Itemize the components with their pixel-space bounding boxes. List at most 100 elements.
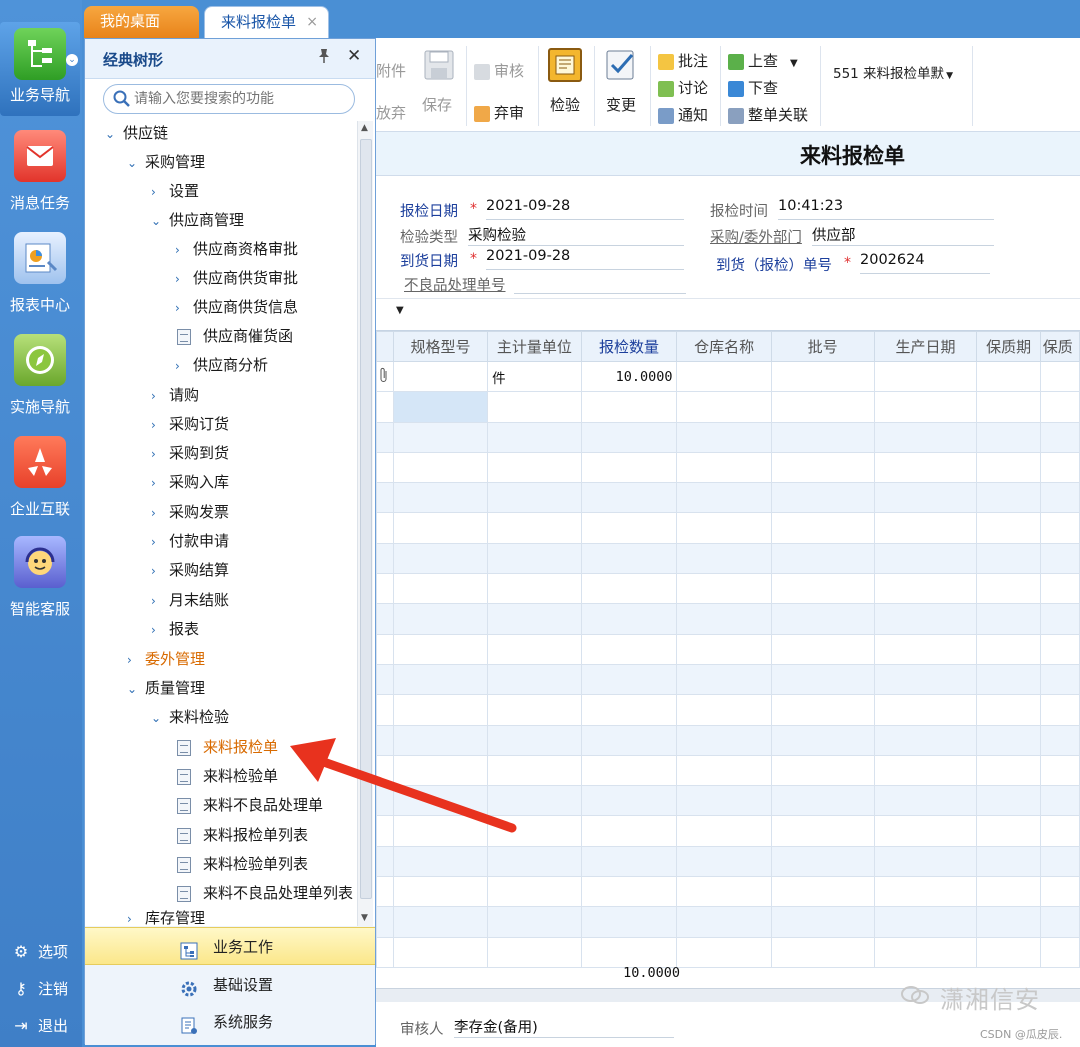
grid-cell[interactable] bbox=[580, 391, 678, 423]
grid-cell[interactable] bbox=[770, 603, 875, 635]
grid-cell[interactable] bbox=[676, 785, 772, 817]
grid-cell[interactable] bbox=[676, 845, 772, 878]
grid-cell[interactable] bbox=[392, 936, 489, 968]
grid-cell[interactable] bbox=[392, 845, 489, 878]
grid-cell[interactable] bbox=[676, 936, 772, 968]
grid-cell[interactable] bbox=[580, 694, 678, 726]
grid-cell[interactable] bbox=[376, 573, 394, 605]
table-row[interactable] bbox=[376, 694, 1080, 726]
column-header[interactable]: 仓库名称 bbox=[676, 331, 772, 362]
exit-button[interactable]: ⇥ 退出 bbox=[10, 1012, 68, 1040]
table-row[interactable] bbox=[376, 936, 1080, 968]
grid-cell[interactable] bbox=[392, 633, 489, 665]
inspect-time-field[interactable]: 10:41:23 bbox=[778, 198, 994, 220]
logout-button[interactable]: ⚷ 注销 bbox=[10, 975, 68, 1003]
grid-cell[interactable] bbox=[580, 482, 678, 514]
grid-cell[interactable] bbox=[1039, 633, 1080, 665]
grid-cell[interactable] bbox=[392, 906, 489, 938]
grid-cell[interactable] bbox=[976, 633, 1041, 665]
grid-cell[interactable] bbox=[676, 421, 772, 453]
close-icon[interactable]: ✕ bbox=[347, 46, 361, 66]
grid-cell[interactable] bbox=[392, 421, 489, 453]
grid-cell[interactable] bbox=[976, 451, 1041, 484]
grid-cell[interactable] bbox=[770, 391, 875, 423]
template-select[interactable]: 551 来料报检单默 ▼ bbox=[833, 62, 953, 82]
defect-no-label[interactable]: 不良品处理单号 bbox=[404, 274, 506, 295]
tree-node-reports[interactable]: › 报表 bbox=[151, 615, 199, 643]
grid-cell[interactable] bbox=[392, 724, 489, 756]
grid-cell[interactable] bbox=[487, 451, 582, 484]
attachment-icon[interactable] bbox=[376, 360, 394, 393]
grid-cell[interactable] bbox=[1039, 391, 1080, 423]
grid-cell[interactable] bbox=[376, 542, 394, 575]
function-search[interactable] bbox=[103, 84, 355, 114]
grid-cell[interactable] bbox=[376, 724, 394, 756]
grid-cell[interactable] bbox=[376, 663, 394, 696]
tree-node-quality-mgmt[interactable]: ⌄ 质量管理 bbox=[127, 674, 205, 702]
grid-cell[interactable] bbox=[676, 633, 772, 665]
tree-node-supplier-reminder[interactable]: 供应商催货函 bbox=[177, 322, 293, 350]
grid-cell[interactable] bbox=[580, 451, 678, 484]
grid-cell[interactable] bbox=[487, 876, 582, 908]
table-row[interactable] bbox=[376, 785, 1080, 817]
grid-cell[interactable] bbox=[376, 451, 394, 484]
grid-cell[interactable] bbox=[1039, 936, 1080, 968]
grid-cell[interactable] bbox=[376, 936, 394, 968]
grid-cell[interactable] bbox=[376, 633, 394, 665]
tree-node-purchase-receipt[interactable]: › 采购入库 bbox=[151, 468, 229, 496]
grid-cell[interactable] bbox=[976, 936, 1041, 968]
grid-cell[interactable] bbox=[1039, 754, 1080, 787]
scroll-down-icon[interactable]: ▼ bbox=[361, 913, 368, 923]
grid-cell[interactable] bbox=[873, 512, 978, 544]
grid-cell[interactable] bbox=[770, 542, 875, 575]
grid-cell[interactable] bbox=[676, 512, 772, 544]
grid-cell[interactable] bbox=[976, 785, 1041, 817]
grid-cell[interactable] bbox=[1039, 815, 1080, 847]
tree-node-settings[interactable]: › 设置 bbox=[151, 177, 199, 205]
dept-field[interactable]: 供应部 bbox=[812, 224, 994, 246]
tree-node-incoming-inspection[interactable]: ⌄ 来料检验 bbox=[151, 703, 229, 731]
tree-node-outsourcing[interactable]: › 委外管理 bbox=[127, 645, 205, 673]
grid-cell[interactable] bbox=[976, 482, 1041, 514]
cell-spec[interactable] bbox=[392, 360, 489, 393]
grid-cell[interactable] bbox=[580, 663, 678, 696]
tree-node-inventory[interactable]: › 库存管理 bbox=[127, 907, 205, 925]
cell-qty[interactable]: 10.0000 bbox=[580, 360, 678, 393]
grid-cell[interactable] bbox=[580, 573, 678, 605]
grid-cell[interactable] bbox=[392, 603, 489, 635]
grid-cell[interactable] bbox=[676, 754, 772, 787]
chevron-down-icon[interactable]: ⌄ bbox=[66, 54, 78, 66]
column-header[interactable]: 批号 bbox=[770, 331, 875, 362]
grid-cell[interactable] bbox=[873, 663, 978, 696]
grid-cell[interactable] bbox=[976, 573, 1041, 605]
table-row[interactable] bbox=[376, 482, 1080, 514]
grid-cell[interactable] bbox=[376, 391, 394, 423]
tree-node-supplier-analysis[interactable]: › 供应商分析 bbox=[175, 351, 268, 379]
grid-cell[interactable] bbox=[676, 542, 772, 575]
table-row[interactable] bbox=[376, 542, 1080, 575]
tab-business-work[interactable]: 业务工作 bbox=[85, 927, 375, 965]
arrival-no-field[interactable]: 2002624 bbox=[860, 252, 990, 274]
tree-scrollbar[interactable]: ▲ ▼ bbox=[357, 121, 373, 929]
cell-shelf-life[interactable] bbox=[976, 360, 1041, 393]
grid-cell[interactable] bbox=[676, 482, 772, 514]
grid-cell[interactable] bbox=[873, 936, 978, 968]
tab-basic-settings[interactable]: 基础设置 bbox=[85, 966, 375, 1004]
grid-cell[interactable] bbox=[376, 512, 394, 544]
table-row[interactable] bbox=[376, 451, 1080, 484]
grid-cell[interactable] bbox=[676, 391, 772, 423]
grid-cell[interactable] bbox=[873, 482, 978, 514]
cell-prod-date[interactable] bbox=[873, 360, 978, 393]
grid-cell[interactable] bbox=[392, 482, 489, 514]
grid-cell[interactable] bbox=[1039, 451, 1080, 484]
tree-node-purchase-invoice[interactable]: › 采购发票 bbox=[151, 498, 229, 526]
scroll-up-icon[interactable]: ▲ bbox=[361, 123, 368, 133]
grid-cell[interactable] bbox=[580, 603, 678, 635]
grid-cell[interactable] bbox=[873, 906, 978, 938]
grid-cell[interactable] bbox=[770, 633, 875, 665]
grid-cell[interactable] bbox=[770, 754, 875, 787]
grid-cell[interactable] bbox=[487, 482, 582, 514]
table-row[interactable] bbox=[376, 663, 1080, 696]
grid-cell[interactable] bbox=[676, 451, 772, 484]
grid-cell[interactable] bbox=[580, 512, 678, 544]
